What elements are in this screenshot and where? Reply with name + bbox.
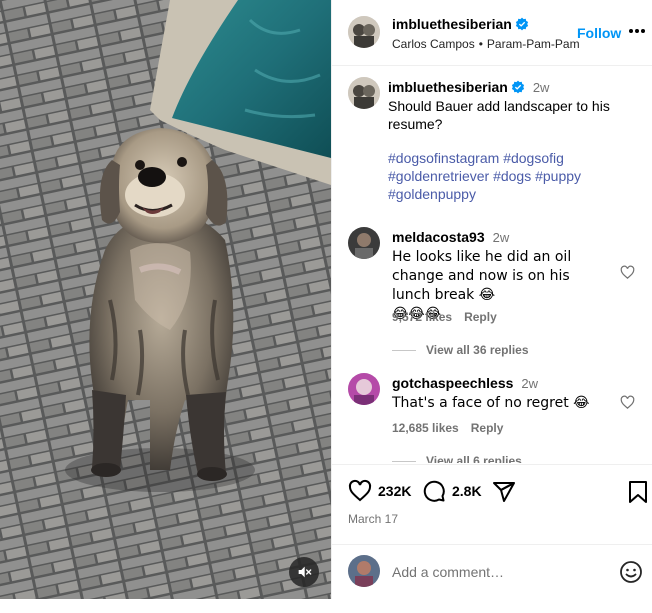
heart-icon[interactable] xyxy=(348,479,372,503)
view-replies-button[interactable]: View all 6 replies xyxy=(392,454,522,463)
view-replies-button[interactable]: View all 36 replies xyxy=(392,343,529,357)
caption-username-text[interactable]: imbluethesiberian xyxy=(388,79,508,95)
post-side-panel: imbluethesiberian Carlos Campos • Param-Pa… xyxy=(331,0,652,599)
reply-button[interactable]: Reply xyxy=(464,310,497,324)
comment-time[interactable]: 2w xyxy=(493,230,510,245)
view-replies-line xyxy=(392,350,416,352)
commenter-avatar[interactable] xyxy=(348,373,380,405)
caption-avatar[interactable] xyxy=(348,77,380,109)
avatar-image xyxy=(348,77,380,109)
dog-photo xyxy=(0,0,331,599)
hashtag-link[interactable]: #dogsofinstagram xyxy=(388,150,499,166)
share-icon[interactable] xyxy=(492,480,516,504)
commenter-avatar[interactable] xyxy=(348,227,380,259)
comment-like-heart-icon[interactable] xyxy=(620,395,635,410)
author-username[interactable]: imbluethesiberian xyxy=(392,16,529,32)
add-comment-bar xyxy=(332,544,652,599)
subtitle-author[interactable]: Carlos Campos xyxy=(392,37,475,51)
emoji-icon[interactable] xyxy=(619,560,643,584)
comment-meta: 12,685 likes Reply xyxy=(392,421,503,435)
comments-scroll-area[interactable]: imbluethesiberian 2w Should Bauer add lan… xyxy=(332,67,652,463)
subtitle-separator: • xyxy=(478,37,483,51)
instagram-post: imbluethesiberian Carlos Campos • Param-Pa… xyxy=(0,0,652,613)
post-actions: 232K 2.8K March 17 xyxy=(332,464,652,544)
audio-attribution[interactable]: Carlos Campos • Param-Pam-Pam xyxy=(392,37,580,51)
verified-badge-icon xyxy=(515,17,528,31)
likes-count[interactable]: 232K xyxy=(378,483,411,499)
comment-time[interactable]: 2w xyxy=(521,376,538,391)
comment-username[interactable]: gotchaspeechless 2w xyxy=(392,375,538,391)
hashtag-link[interactable]: #dogs xyxy=(493,168,531,184)
caption-username[interactable]: imbluethesiberian 2w xyxy=(388,79,549,95)
avatar-image xyxy=(348,555,380,587)
comment-meta: 9,572 likes Reply xyxy=(392,310,497,324)
comment-text: He looks like he did an oil change and n… xyxy=(392,249,572,303)
comment-likes[interactable]: 12,685 likes xyxy=(392,421,459,435)
avatar-image xyxy=(348,373,380,405)
bookmark-icon[interactable] xyxy=(628,480,648,504)
comment-username-text[interactable]: gotchaspeechless xyxy=(392,375,513,391)
caption-time[interactable]: 2w xyxy=(533,80,550,95)
avatar-image xyxy=(348,16,380,48)
mute-button[interactable] xyxy=(289,557,319,587)
hashtag-link[interactable]: #goldenretriever xyxy=(388,168,489,184)
view-replies-line xyxy=(392,461,416,463)
viewer-avatar xyxy=(348,555,380,587)
mute-icon xyxy=(298,566,312,578)
comment-action[interactable]: 2.8K xyxy=(422,479,482,503)
follow-button[interactable]: Follow xyxy=(577,25,621,41)
author-username-text[interactable]: imbluethesiberian xyxy=(392,16,512,32)
verified-badge-icon xyxy=(511,80,524,94)
comment-username-text[interactable]: meldacosta93 xyxy=(392,229,485,245)
view-replies-text[interactable]: View all 6 replies xyxy=(426,454,522,463)
subtitle-song[interactable]: Param-Pam-Pam xyxy=(487,37,580,51)
caption-hashtags: #dogsofinstagram #dogsofig #goldenretrie… xyxy=(388,149,633,203)
add-comment-input[interactable] xyxy=(392,561,612,583)
comment-like-heart-icon[interactable] xyxy=(620,265,635,280)
comment-body: That's a face of no regret 😂 xyxy=(392,393,607,412)
author-avatar[interactable] xyxy=(348,16,380,48)
comment-username[interactable]: meldacosta93 2w xyxy=(392,229,509,245)
hashtag-link[interactable]: #puppy xyxy=(535,168,581,184)
hashtag-link[interactable]: #dogsofig xyxy=(503,150,564,166)
post-video[interactable] xyxy=(0,0,331,599)
hashtag-link[interactable]: #goldenpuppy xyxy=(388,186,476,202)
comments-count[interactable]: 2.8K xyxy=(452,483,482,499)
comment-likes[interactable]: 9,572 likes xyxy=(392,310,452,324)
comment-icon[interactable] xyxy=(422,479,446,503)
view-replies-text[interactable]: View all 36 replies xyxy=(426,343,529,357)
like-action[interactable]: 232K xyxy=(348,479,411,503)
caption-text: Should Bauer add landscaper to his resum… xyxy=(388,98,610,132)
post-header: imbluethesiberian Carlos Campos • Param-Pa… xyxy=(332,0,652,66)
more-horizontal-icon[interactable] xyxy=(628,28,646,34)
comment-text: That's a face of no regret 😂 xyxy=(392,395,590,411)
reply-button[interactable]: Reply xyxy=(471,421,504,435)
post-date[interactable]: March 17 xyxy=(348,512,398,526)
avatar-image xyxy=(348,227,380,259)
